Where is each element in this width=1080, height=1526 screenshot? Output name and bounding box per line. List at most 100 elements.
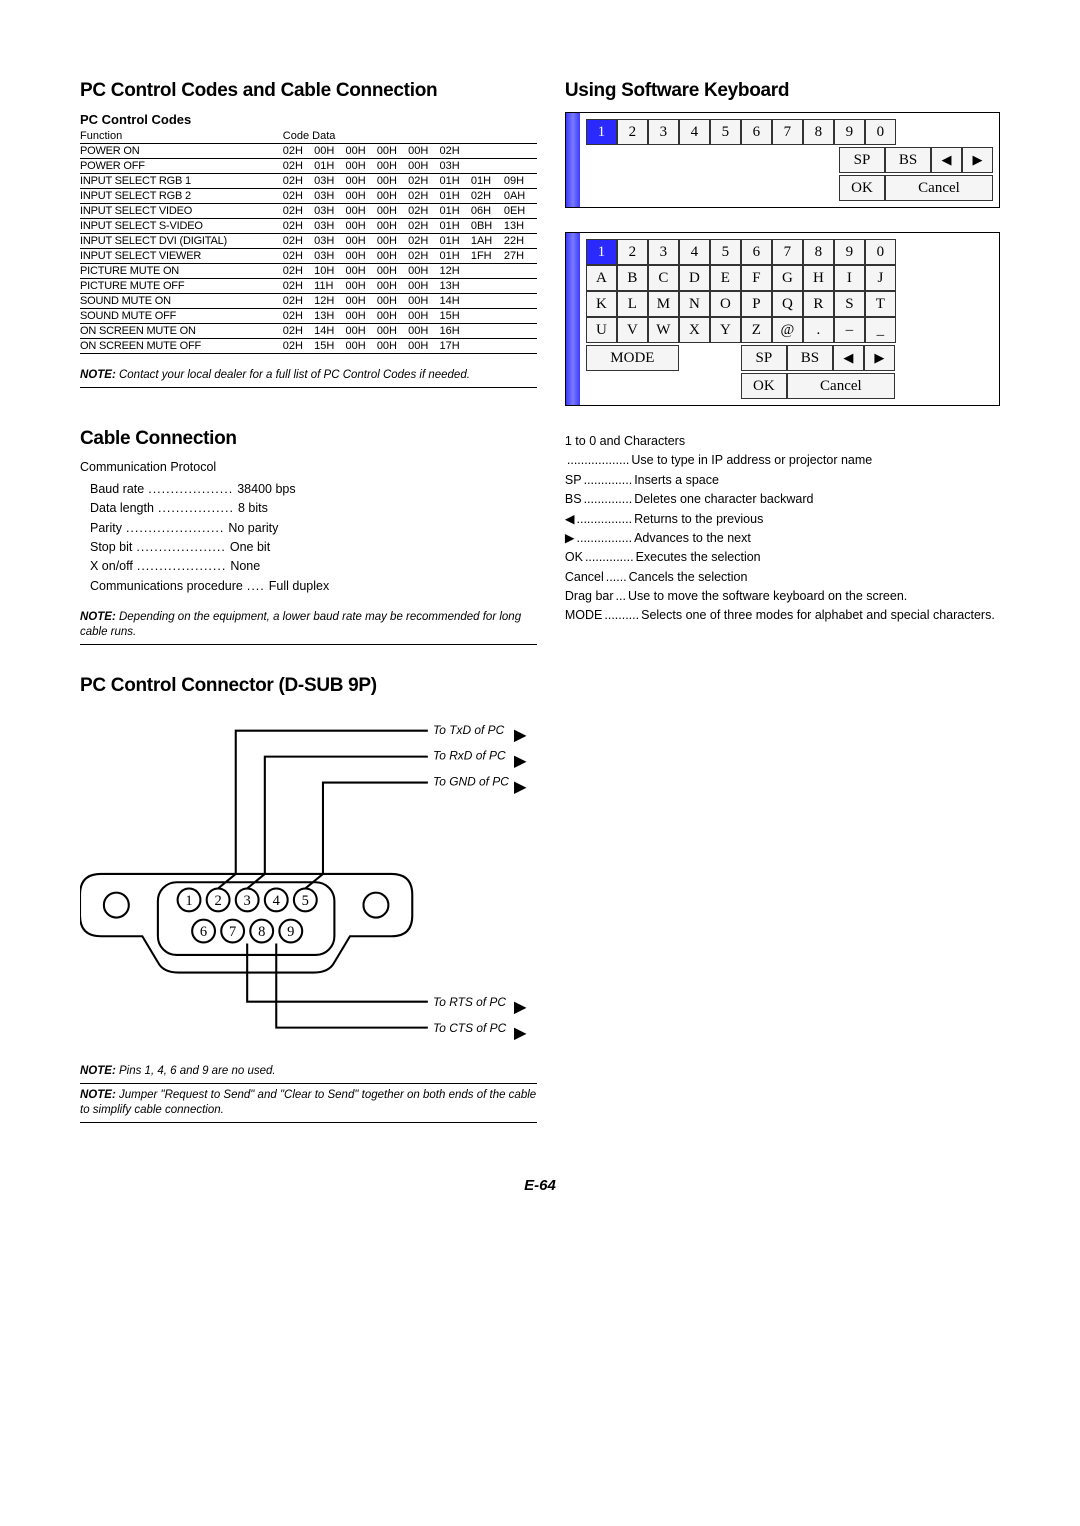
code-byte: 03H (314, 204, 345, 219)
keyboard-key[interactable]: F (741, 265, 772, 291)
keyboard-key[interactable]: C (648, 265, 679, 291)
code-byte (504, 309, 537, 324)
keyboard-key[interactable]: L (617, 291, 648, 317)
keyboard-key[interactable]: Y (710, 317, 741, 343)
code-byte: 01H (440, 204, 471, 219)
keyboard-key[interactable]: 6 (741, 239, 772, 265)
key-sp[interactable]: SP (741, 345, 787, 371)
svg-text:5: 5 (302, 893, 309, 909)
code-byte: 03H (314, 219, 345, 234)
keyboard-key[interactable]: A (586, 265, 617, 291)
keyboard-key[interactable]: 2 (617, 239, 648, 265)
keyboard-key[interactable]: – (834, 317, 865, 343)
keyboard-key[interactable]: . (803, 317, 834, 343)
keyboard-key[interactable]: V (617, 317, 648, 343)
code-function: INPUT SELECT RGB 2 (80, 189, 283, 204)
label-cts: To CTS of PC (433, 1021, 507, 1035)
key-right[interactable]: ▶ (962, 147, 993, 173)
keyboard-key[interactable]: P (741, 291, 772, 317)
keyboard-key[interactable]: 1 (586, 239, 617, 265)
label-rts: To RTS of PC (433, 995, 506, 1009)
code-byte: 02H (283, 189, 314, 204)
keyboard-key[interactable]: 7 (772, 119, 803, 145)
keyboard-key[interactable]: R (803, 291, 834, 317)
keyboard-key[interactable]: 3 (648, 119, 679, 145)
code-byte: 02H (283, 324, 314, 339)
keyboard-key[interactable]: @ (772, 317, 803, 343)
key-ok[interactable]: OK (839, 175, 885, 201)
key-left[interactable]: ◀ (833, 345, 864, 371)
code-function: POWER ON (80, 144, 283, 159)
keyboard-key[interactable]: 1 (586, 119, 617, 145)
keyboard-key[interactable]: G (772, 265, 803, 291)
code-byte: 02H (283, 264, 314, 279)
keyboard-key[interactable]: N (679, 291, 710, 317)
keyboard-key[interactable]: 3 (648, 239, 679, 265)
key-ok[interactable]: OK (741, 373, 787, 399)
codes-header-function: Function (80, 129, 283, 144)
code-byte: 00H (408, 294, 439, 309)
keydesc-row: Drag bar ... Use to move the software ke… (565, 587, 1000, 606)
keyboard-key[interactable]: 8 (803, 119, 834, 145)
key-sp[interactable]: SP (839, 147, 885, 173)
code-byte (471, 264, 504, 279)
keyboard-key[interactable]: I (834, 265, 865, 291)
key-bs[interactable]: BS (885, 147, 931, 173)
code-byte: 14H (314, 324, 345, 339)
key-left[interactable]: ◀ (931, 147, 962, 173)
key-mode[interactable]: MODE (586, 345, 679, 371)
code-function: SOUND MUTE OFF (80, 309, 283, 324)
comm-row: Communications procedure .... Full duple… (80, 577, 537, 596)
drag-bar[interactable] (566, 113, 580, 207)
code-byte: 17H (440, 339, 471, 354)
keyboard-key[interactable]: S (834, 291, 865, 317)
keyboard-key[interactable]: 5 (710, 239, 741, 265)
keyboard-key[interactable]: 2 (617, 119, 648, 145)
keyboard-key[interactable]: H (803, 265, 834, 291)
keyboard-key[interactable]: X (679, 317, 710, 343)
keyboard-key[interactable]: D (679, 265, 710, 291)
keyboard-key[interactable]: 0 (865, 119, 896, 145)
keyboard-key[interactable]: 9 (834, 119, 865, 145)
keyboard-key[interactable]: T (865, 291, 896, 317)
code-byte: 00H (377, 144, 408, 159)
code-byte: 01H (440, 219, 471, 234)
svg-text:3: 3 (244, 893, 251, 909)
key-cancel[interactable]: Cancel (885, 175, 993, 201)
software-keyboard-alpha: 1234567890 ABCDEFGHIJ KLMNOPQRST UVWXYZ@… (565, 232, 1000, 406)
keyboard-key[interactable]: 0 (865, 239, 896, 265)
keyboard-key[interactable]: 8 (803, 239, 834, 265)
keyboard-key[interactable]: 5 (710, 119, 741, 145)
keyboard-key[interactable]: J (865, 265, 896, 291)
keyboard-key[interactable]: O (710, 291, 741, 317)
keyboard-key[interactable]: W (648, 317, 679, 343)
keyboard-key[interactable]: 7 (772, 239, 803, 265)
code-byte: 02H (408, 249, 439, 264)
label-txd: To TxD of PC (433, 723, 505, 737)
note-codes: NOTE: Contact your local dealer for a fu… (80, 368, 537, 388)
code-byte: 02H (440, 144, 471, 159)
keyboard-key[interactable]: _ (865, 317, 896, 343)
keyboard-key[interactable]: 4 (679, 239, 710, 265)
keyboard-key[interactable]: 6 (741, 119, 772, 145)
keyboard-key[interactable]: K (586, 291, 617, 317)
code-byte: 00H (314, 144, 345, 159)
key-right[interactable]: ▶ (864, 345, 895, 371)
connector-diagram: To TxD of PC To RxD of PC To GND of PC (80, 713, 537, 1050)
keyboard-key[interactable]: Z (741, 317, 772, 343)
keyboard-key[interactable]: U (586, 317, 617, 343)
code-byte (471, 339, 504, 354)
keyboard-key[interactable]: 4 (679, 119, 710, 145)
keyboard-key[interactable]: B (617, 265, 648, 291)
keyboard-key[interactable]: Q (772, 291, 803, 317)
key-cancel[interactable]: Cancel (787, 373, 895, 399)
drag-bar[interactable] (566, 233, 580, 405)
keyboard-key[interactable]: E (710, 265, 741, 291)
code-function: PICTURE MUTE ON (80, 264, 283, 279)
code-byte: 13H (440, 279, 471, 294)
code-byte: 02H (408, 234, 439, 249)
code-byte: 00H (377, 174, 408, 189)
keyboard-key[interactable]: 9 (834, 239, 865, 265)
keyboard-key[interactable]: M (648, 291, 679, 317)
key-bs[interactable]: BS (787, 345, 833, 371)
